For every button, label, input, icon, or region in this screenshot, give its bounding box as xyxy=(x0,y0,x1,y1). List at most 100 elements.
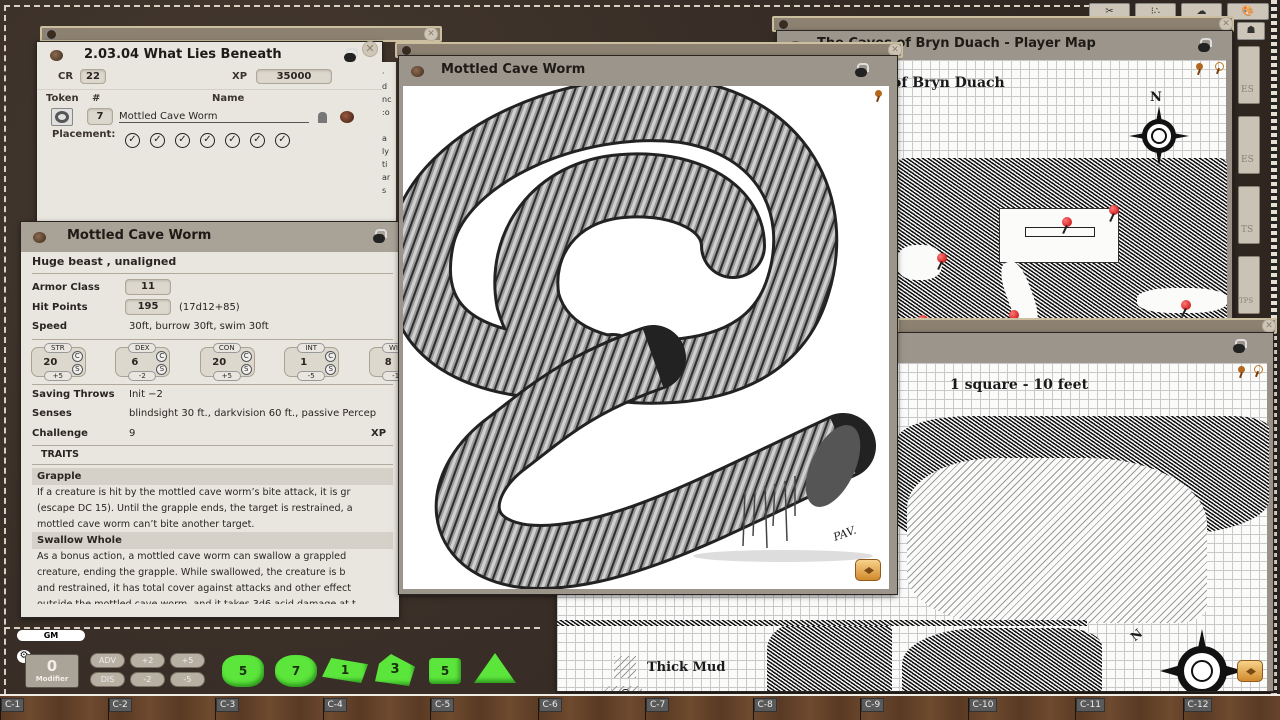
ability-score[interactable]: 20 xyxy=(32,357,69,368)
trait-name-swallow-whole[interactable]: Swallow Whole xyxy=(32,532,393,549)
hotkey-slot[interactable]: C-10 xyxy=(967,698,1075,720)
d8-die[interactable]: 3 xyxy=(375,654,415,686)
ability-modifier[interactable]: -5 xyxy=(297,371,326,381)
minus-2-button[interactable]: -2 xyxy=(130,672,165,687)
ability-str[interactable]: STR 20 +5 C S xyxy=(30,343,86,381)
hit-points-field[interactable]: 195 xyxy=(125,299,171,315)
placement-checkbox[interactable]: ✓ xyxy=(200,133,215,148)
faction-icon[interactable] xyxy=(318,112,327,123)
lock-icon[interactable] xyxy=(1198,38,1212,52)
placement-checkbox[interactable]: ✓ xyxy=(250,133,265,148)
hotkey-slot[interactable]: C-5 xyxy=(430,698,537,720)
disadvantage-button[interactable]: DIS xyxy=(90,672,125,687)
sidebar-tab-4[interactable]: TPS xyxy=(1238,256,1260,314)
hotkey-slot[interactable]: C-6 xyxy=(537,698,645,720)
speed-value[interactable]: 30ft, burrow 30ft, swim 30ft xyxy=(129,321,269,332)
check-roll-button[interactable]: C xyxy=(71,351,83,362)
modifier-box[interactable]: 0 Modifier xyxy=(25,654,79,688)
hotkey-slot[interactable]: C-2 xyxy=(107,698,215,720)
ability-con[interactable]: CON 20 +5 C S xyxy=(199,343,255,381)
character-tab[interactable]: ☗ xyxy=(1237,22,1265,40)
ability-score[interactable]: 8 xyxy=(370,357,399,368)
lock-icon[interactable] xyxy=(373,229,387,243)
hotkey-slot[interactable]: C-7 xyxy=(645,698,752,720)
minus-5-button[interactable]: -5 xyxy=(170,672,205,687)
worm-illustration[interactable]: PAV. xyxy=(403,86,889,589)
close-icon[interactable]: ✕ xyxy=(888,43,902,57)
npc-name-field[interactable]: Mottled Cave Worm xyxy=(119,111,309,123)
plus-2-button[interactable]: +2 xyxy=(130,653,165,668)
ability-modifier[interactable]: -2 xyxy=(128,371,157,381)
check-roll-button[interactable]: C xyxy=(156,351,168,362)
map-pin-icon[interactable] xyxy=(1181,300,1191,310)
check-roll-button[interactable]: C xyxy=(325,351,337,362)
challenge-value[interactable]: 9 xyxy=(129,428,135,439)
save-roll-button[interactable]: S xyxy=(71,364,83,375)
npc-count-field[interactable]: 7 xyxy=(87,108,113,125)
hotkey-slot[interactable]: C-8 xyxy=(752,698,860,720)
worm-token-thumbnail[interactable] xyxy=(51,108,73,126)
ability-score[interactable]: 20 xyxy=(201,357,238,368)
window-drag-strip[interactable]: ✕ xyxy=(772,16,1234,32)
placement-checkbox[interactable]: ✓ xyxy=(125,133,140,148)
pin-tool-icon[interactable] xyxy=(1195,63,1204,75)
ability-wis[interactable]: WIS8-1CS xyxy=(368,343,399,381)
window-title-bar[interactable]: Mottled Cave Worm xyxy=(21,222,399,252)
plus-5-button[interactable]: +5 xyxy=(170,653,205,668)
d12-die[interactable]: 7 xyxy=(275,655,317,687)
ability-score[interactable]: 1 xyxy=(285,357,322,368)
ability-modifier[interactable]: +5 xyxy=(212,371,241,381)
close-icon[interactable]: ✕ xyxy=(424,27,438,41)
pin-outline-tool-icon[interactable] xyxy=(1253,365,1263,377)
placement-checkbox[interactable]: ✓ xyxy=(175,133,190,148)
pin-tool-icon[interactable] xyxy=(874,90,883,102)
ability-modifier[interactable]: -1 xyxy=(381,371,399,381)
save-roll-button[interactable]: S xyxy=(156,364,168,375)
placement-checkbox[interactable]: ✓ xyxy=(275,133,290,148)
saving-throws-value[interactable]: Init −2 xyxy=(129,389,163,400)
placement-checkbox[interactable]: ✓ xyxy=(150,133,165,148)
hit-dice[interactable]: (17d12+85) xyxy=(179,302,240,313)
window-title-bar[interactable]: Mottled Cave Worm xyxy=(399,56,897,86)
ability-dex[interactable]: DEX 6 -2 C S xyxy=(115,343,171,381)
gm-identity-label[interactable]: GM xyxy=(17,630,85,641)
d20-die[interactable]: 5 xyxy=(222,655,264,687)
hotkey-slot[interactable]: C-3 xyxy=(215,698,322,720)
share-image-button[interactable] xyxy=(1237,660,1263,682)
advantage-button[interactable]: ADV xyxy=(90,653,125,668)
save-roll-button[interactable]: S xyxy=(240,364,252,375)
d10-die[interactable]: 1 xyxy=(322,658,368,683)
ability-int[interactable]: INT 1 -5 C S xyxy=(284,343,340,381)
hotkey-slot[interactable]: C-1 xyxy=(0,698,107,720)
d4-die[interactable] xyxy=(474,653,516,683)
cr-field[interactable]: 22 xyxy=(80,69,106,84)
check-roll-button[interactable]: C xyxy=(240,351,252,362)
trait-name-grapple[interactable]: Grapple xyxy=(32,468,393,485)
close-icon[interactable]: ✕ xyxy=(1219,17,1233,31)
hotkey-slot[interactable]: C-4 xyxy=(322,698,430,720)
hotkey-slot[interactable]: C-9 xyxy=(860,698,967,720)
close-icon[interactable]: ✕ xyxy=(1262,319,1276,333)
hotkey-slot[interactable]: C-12 xyxy=(1182,698,1280,720)
pin-outline-tool-icon[interactable] xyxy=(1214,62,1224,74)
window-drag-strip[interactable]: ✕ xyxy=(40,26,442,42)
lock-icon[interactable] xyxy=(855,63,869,77)
armor-class-field[interactable]: 11 xyxy=(125,279,171,295)
placement-checkbox[interactable]: ✓ xyxy=(225,133,240,148)
ability-score[interactable]: 6 xyxy=(116,357,153,368)
pin-tool-icon[interactable] xyxy=(1237,366,1246,378)
save-roll-button[interactable]: S xyxy=(325,364,337,375)
d6-die[interactable]: 5 xyxy=(429,658,461,684)
map-pin-icon[interactable] xyxy=(1109,205,1119,215)
npc-link-icon[interactable] xyxy=(340,111,354,123)
map-pin-icon[interactable] xyxy=(1062,217,1072,227)
sidebar-tab-2[interactable]: ES xyxy=(1238,116,1260,174)
xp-field[interactable]: 35000 xyxy=(256,69,332,84)
senses-value[interactable]: blindsight 30 ft., darkvision 60 ft., pa… xyxy=(129,408,376,419)
map-pin-icon[interactable] xyxy=(937,253,947,263)
sidebar-tab-1[interactable]: ES xyxy=(1238,46,1260,104)
ability-modifier[interactable]: +5 xyxy=(43,371,72,381)
lock-icon[interactable] xyxy=(1233,339,1247,353)
share-image-button[interactable] xyxy=(855,559,881,581)
window-drag-strip[interactable]: ✕ xyxy=(897,318,1277,334)
